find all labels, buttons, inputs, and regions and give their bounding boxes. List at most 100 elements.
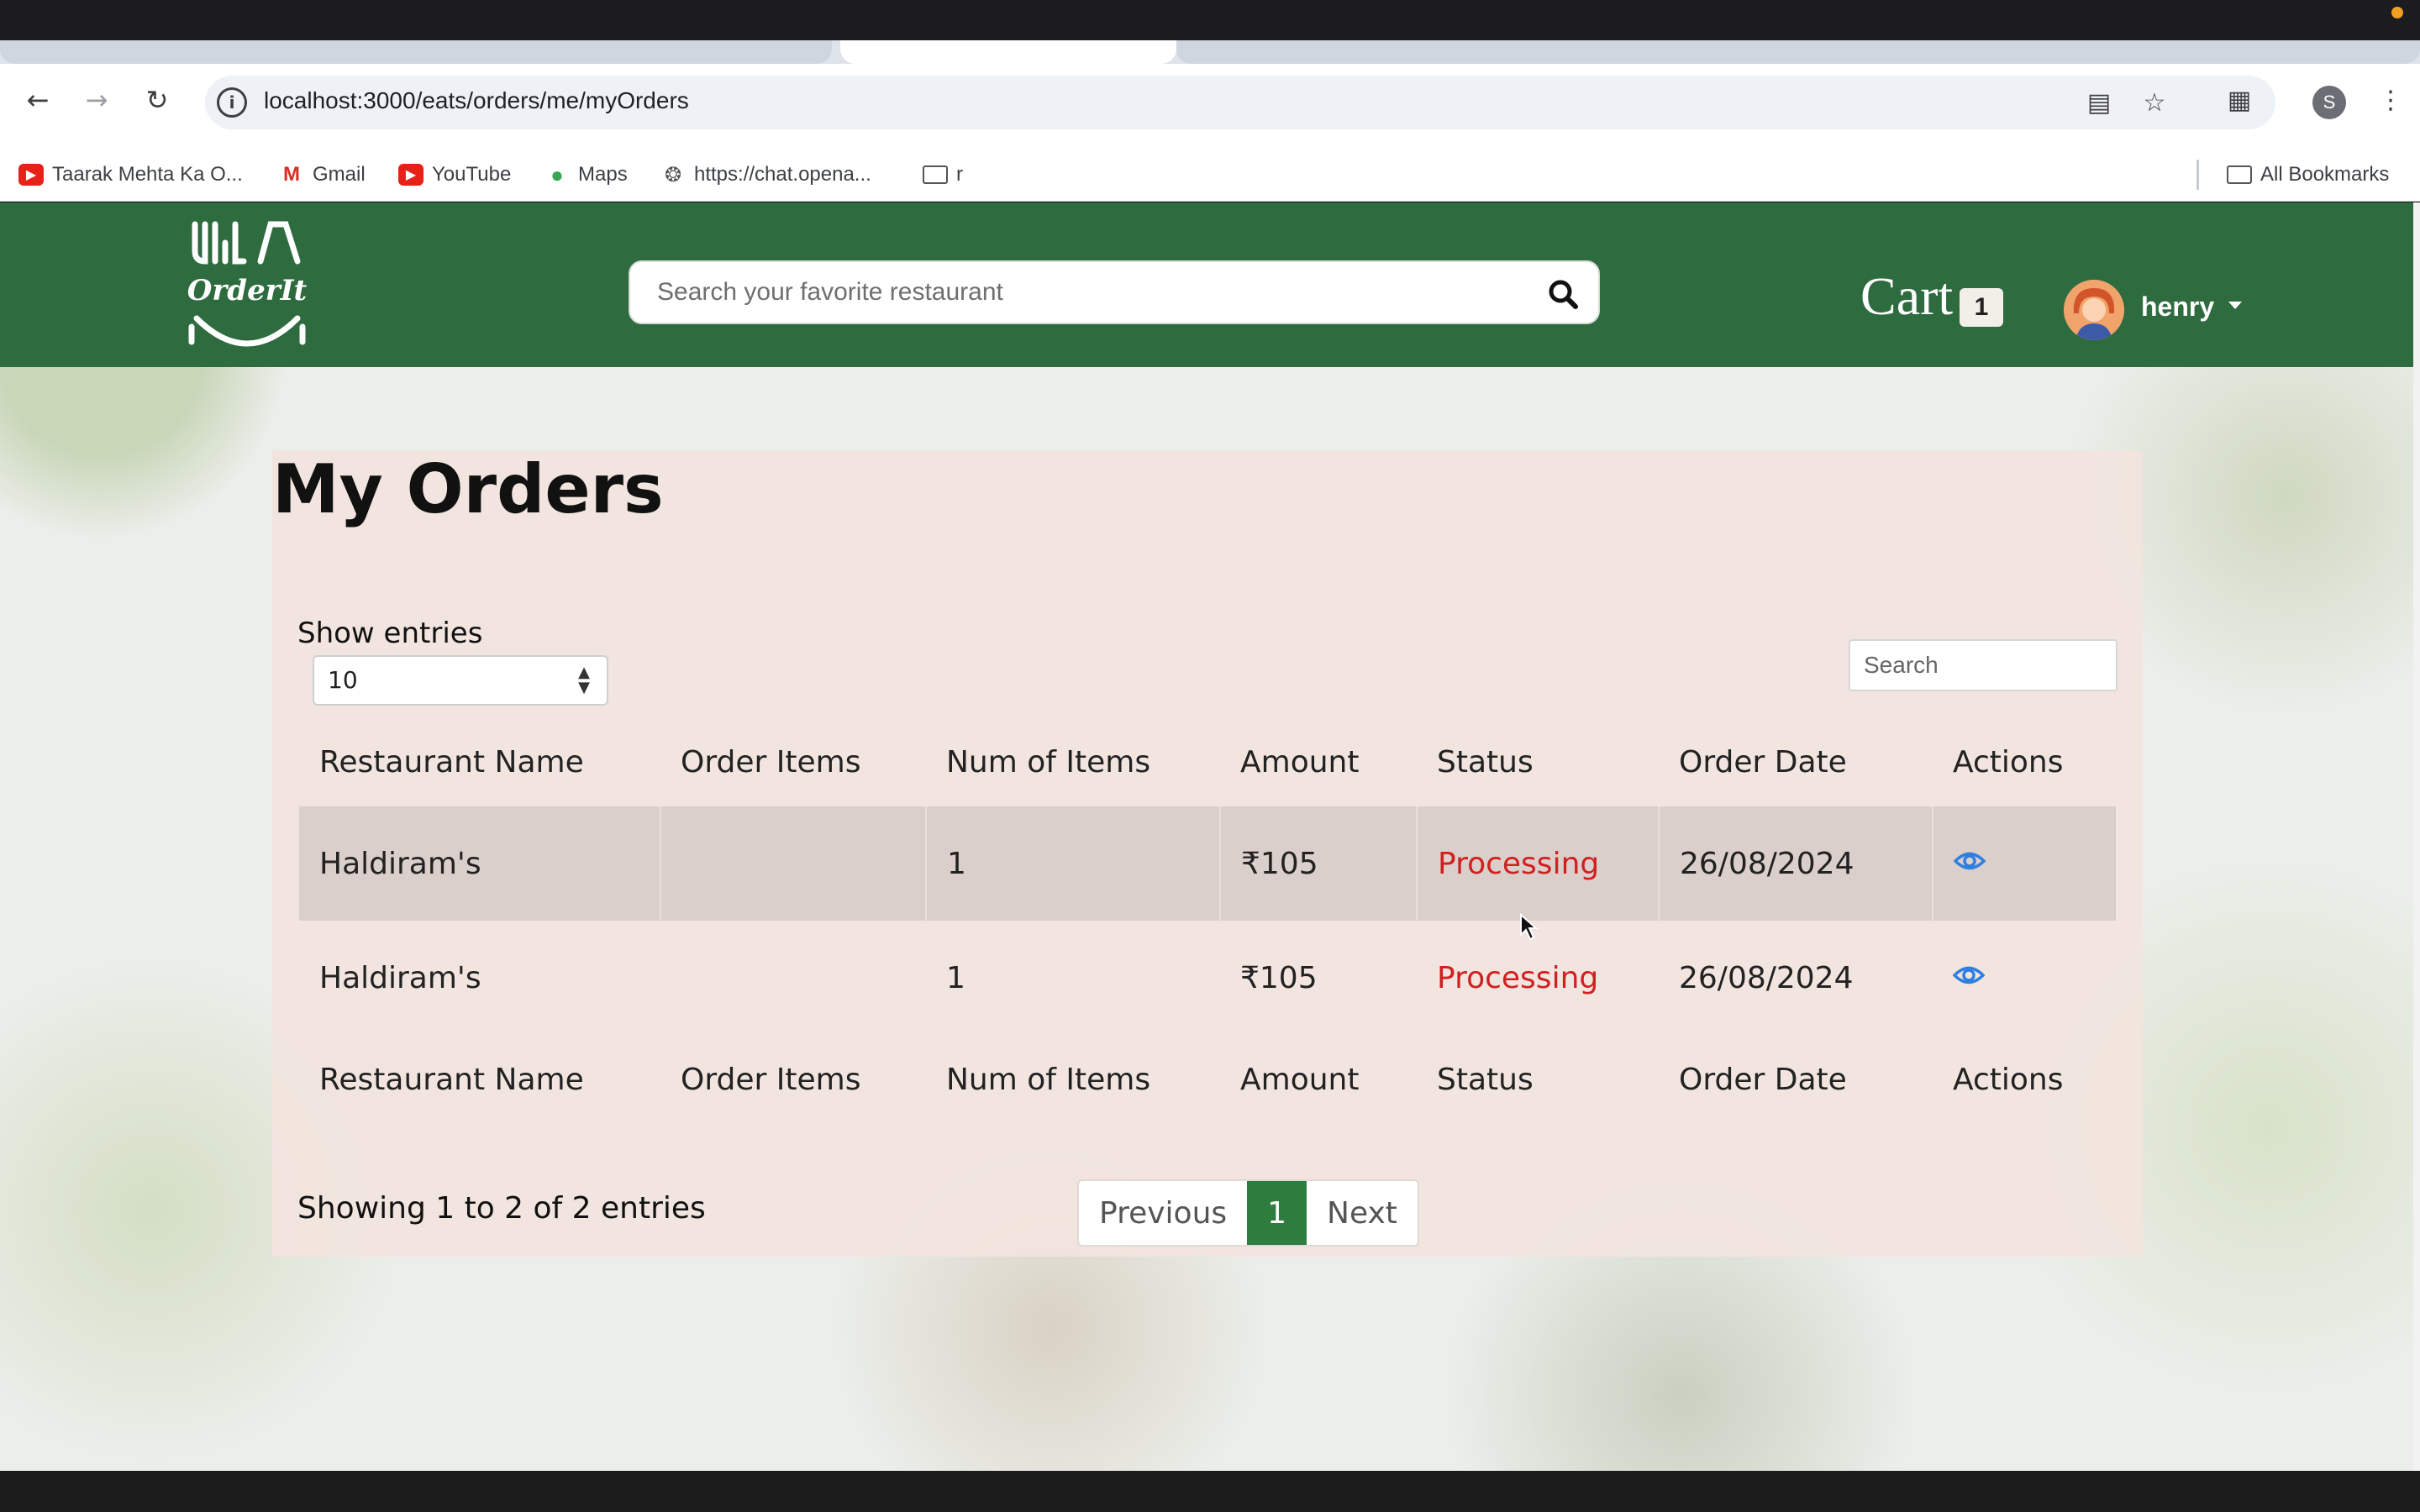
bookmark-label: Maps	[578, 163, 628, 186]
actions-cell	[1933, 921, 2117, 1035]
all-bookmarks[interactable]: All Bookmarks	[2227, 160, 2389, 190]
address-bar[interactable]: i localhost:3000/eats/orders/me/myOrders…	[205, 76, 2275, 129]
browser-tab-active[interactable]	[840, 40, 1176, 64]
order-items-cell	[660, 806, 927, 921]
status-dot-icon	[2391, 7, 2403, 18]
mouse-cursor-icon	[1520, 913, 1539, 941]
browser-toolbar: ← → ↻ i localhost:3000/eats/orders/me/my…	[0, 64, 2420, 148]
order-date-cell: 26/08/2024	[1679, 960, 1854, 995]
avatar[interactable]	[2064, 280, 2124, 340]
restaurant-search-input[interactable]	[657, 262, 1531, 323]
cart-count-badge: 1	[1960, 288, 2003, 327]
status-cell: Processing	[1417, 806, 1660, 921]
bookmark-item[interactable]: M Gmail	[279, 160, 366, 190]
site-info-icon[interactable]: i	[217, 87, 247, 118]
forward-arrow-icon[interactable]: →	[76, 79, 118, 121]
bookmark-item[interactable]: ▶ YouTube	[398, 160, 511, 190]
amount-cell: ₹105	[1220, 806, 1418, 921]
restaurant-cell: Haldiram's	[319, 960, 481, 995]
page-title: My Orders	[272, 450, 664, 528]
table-row: Haldiram's 1 ₹105 Processing 26/08/2024	[299, 806, 2118, 921]
column-header[interactable]: Actions	[1933, 717, 2117, 806]
extensions-icon[interactable]: ▦	[2218, 79, 2260, 121]
card-icon[interactable]: ▤	[2082, 86, 2116, 119]
orders-table: Restaurant Name Order Items Num of Items…	[299, 717, 2118, 1124]
user-menu[interactable]: henry	[2141, 291, 2214, 323]
eye-icon[interactable]	[1954, 848, 1986, 874]
entries-select[interactable]: 10 ▲ ▼	[313, 655, 608, 706]
table-search-input[interactable]	[1849, 639, 2118, 691]
column-footer: Restaurant Name	[319, 1062, 584, 1097]
page-viewport: OrderIt Cart 1 henry My Orders Show entr…	[0, 202, 2413, 1471]
app-header: OrderIt Cart 1 henry	[0, 202, 2413, 367]
folder-icon	[923, 165, 948, 184]
reload-icon[interactable]: ↻	[136, 79, 178, 121]
column-header[interactable]: Order Items	[660, 717, 926, 806]
column-footer: Order Items	[681, 1062, 861, 1097]
search-icon[interactable]	[1546, 277, 1580, 311]
column-footer: Actions	[1953, 1062, 2064, 1097]
table-row: Haldiram's 1 ₹105 Processing 26/08/2024	[299, 921, 2117, 1035]
column-footer: Num of Items	[946, 1062, 1151, 1097]
entries-select-value: 10	[328, 666, 358, 694]
pagination: Previous 1 Next	[1077, 1179, 1419, 1247]
column-footer: Amount	[1240, 1062, 1360, 1097]
bookmark-item[interactable]: ▶ Taarak Mehta Ka O...	[18, 160, 243, 190]
browser-tab[interactable]	[1176, 40, 2420, 64]
orders-card: My Orders Show entries 10 ▲▼ Restaurant …	[272, 450, 2143, 1257]
youtube-icon: ▶	[398, 164, 424, 186]
bookmarks-bar: ▶ Taarak Mehta Ka O... M Gmail ▶ YouTube…	[0, 148, 2420, 202]
order-items-cell	[660, 921, 926, 1035]
os-bottom-bar	[0, 1471, 2420, 1512]
all-bookmarks-label: All Bookmarks	[2260, 163, 2390, 186]
actions-cell	[1933, 806, 2118, 921]
address-url[interactable]: localhost:3000/eats/orders/me/myOrders	[264, 87, 689, 114]
menu-dots-icon[interactable]: ⋮	[2370, 79, 2412, 121]
chevron-down-icon[interactable]	[2228, 302, 2242, 309]
browser-profile-avatar[interactable]: S	[2312, 86, 2346, 119]
show-entries-label: Show entries	[297, 617, 483, 650]
column-header[interactable]: Num of Items	[926, 717, 1220, 806]
amount-cell: ₹105	[1240, 960, 1318, 995]
bookmarks-divider	[2196, 160, 2199, 190]
column-header[interactable]: Restaurant Name	[299, 717, 660, 806]
page-1-button[interactable]: 1	[1247, 1181, 1307, 1245]
browser-tabstrip	[0, 40, 2420, 64]
restaurant-search	[629, 260, 1600, 324]
column-header[interactable]: Order Date	[1659, 717, 1933, 806]
bookmark-folder[interactable]: r	[923, 160, 963, 190]
star-icon[interactable]: ☆	[2138, 86, 2171, 119]
column-header[interactable]: Amount	[1220, 717, 1417, 806]
orderit-logo[interactable]: OrderIt	[187, 218, 308, 356]
back-arrow-icon[interactable]: ←	[17, 79, 59, 121]
num-items-cell: 1	[926, 806, 1221, 921]
youtube-icon: ▶	[18, 164, 44, 186]
browser-tab[interactable]	[0, 40, 832, 64]
page-scrollbar[interactable]	[2413, 202, 2420, 1471]
os-top-bar	[0, 0, 2420, 40]
folder-icon	[2227, 165, 2252, 184]
previous-page-button[interactable]: Previous	[1079, 1181, 1247, 1245]
svg-text:OrderIt: OrderIt	[187, 274, 308, 307]
order-date-cell: 26/08/2024	[1659, 806, 1933, 921]
bookmark-label: YouTube	[432, 163, 512, 186]
user-avatar-icon	[2064, 280, 2124, 340]
maps-icon: ●	[544, 162, 570, 187]
bookmark-label: r	[956, 163, 963, 186]
bookmark-label: Taarak Mehta Ka O...	[52, 163, 243, 186]
eye-icon[interactable]	[1953, 963, 1985, 988]
column-header[interactable]: Status	[1417, 717, 1659, 806]
bookmark-label: Gmail	[313, 163, 366, 186]
select-arrows-icon: ▲ ▼	[578, 664, 590, 696]
restaurant-cell: Haldiram's	[299, 806, 661, 921]
next-page-button[interactable]: Next	[1307, 1181, 1418, 1245]
gmail-icon: M	[279, 163, 304, 186]
num-items-cell: 1	[946, 960, 965, 995]
entries-info: Showing 1 to 2 of 2 entries	[297, 1191, 706, 1226]
table-header-row: Restaurant Name Order Items Num of Items…	[299, 717, 2117, 806]
bookmark-item[interactable]: ● Maps	[544, 160, 628, 190]
cart-link[interactable]: Cart	[1860, 270, 1953, 323]
bookmark-item[interactable]: ❂ https://chat.opena...	[660, 160, 871, 190]
column-footer: Order Date	[1679, 1062, 1847, 1097]
column-footer: Status	[1437, 1062, 1534, 1097]
